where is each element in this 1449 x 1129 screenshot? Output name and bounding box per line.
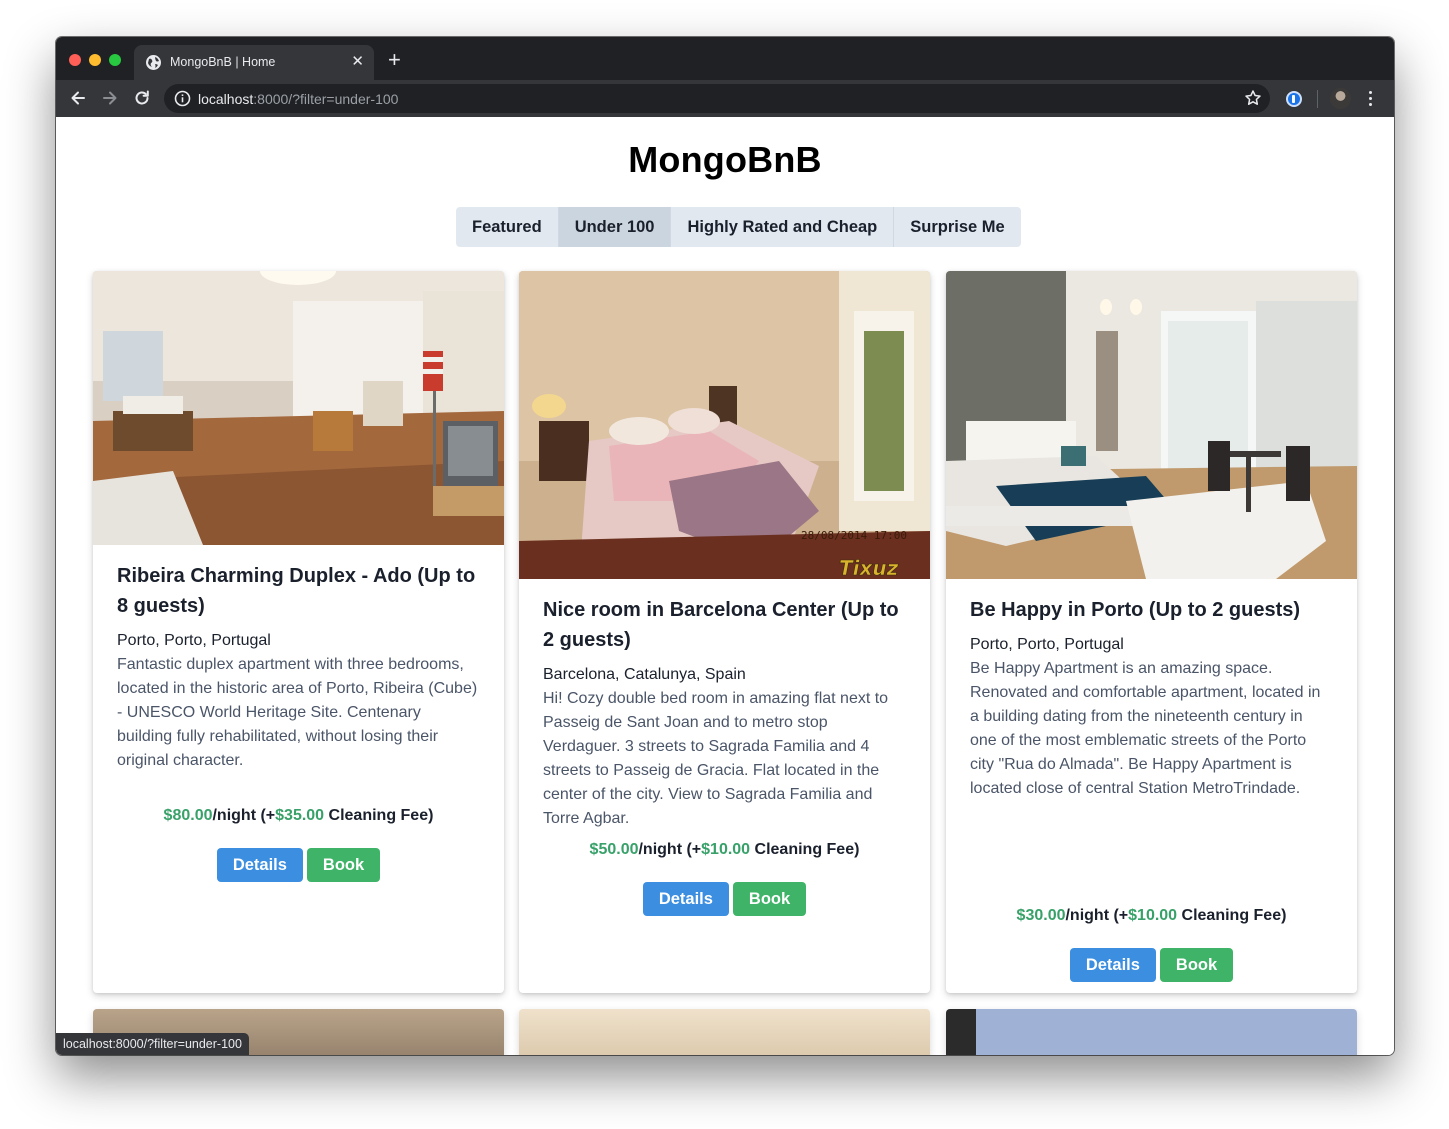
filter-surprise-me-button[interactable]: Surprise Me (893, 207, 1021, 247)
book-button[interactable]: Book (1159, 948, 1234, 982)
listing-photo[interactable] (946, 271, 1357, 579)
globe-icon (146, 55, 161, 70)
listing-body: Ribeira Charming Duplex - Ado (Up to 8 g… (117, 561, 480, 773)
filter-featured-button[interactable]: Featured (456, 207, 558, 247)
night-label: /night (+ (638, 841, 702, 858)
url-text: localhost:8000/?filter=under-100 (198, 91, 398, 107)
browser-window: MongoBnB | Home ✕ + localhost:8000/?filt… (56, 37, 1394, 1055)
star-icon[interactable] (1244, 89, 1262, 107)
listing-price: $50.00/night (+$10.00 Cleaning Fee) (519, 841, 930, 859)
cleaning-fee: $10.00 (1128, 907, 1178, 924)
browser-toolbar: localhost:8000/?filter=under-100 (56, 80, 1394, 117)
new-tab-icon[interactable]: + (388, 49, 401, 71)
listing-location: Porto, Porto, Portugal (117, 632, 271, 649)
maximize-window-button[interactable] (109, 54, 121, 66)
night-label: /night (+ (1065, 907, 1129, 924)
tab-title: MongoBnB | Home (170, 55, 276, 69)
kebab-menu-icon[interactable] (1362, 89, 1378, 109)
listing-title: Ribeira Charming Duplex - Ado (Up to 8 g… (117, 565, 476, 617)
profile-avatar[interactable] (1330, 88, 1351, 109)
url-path: :8000/?filter=under-100 (253, 91, 399, 107)
photo-timestamp: 28/08/2014 17:00 (801, 529, 907, 542)
nightly-price: $80.00 (163, 807, 213, 824)
arrow-left-icon[interactable] (68, 88, 88, 108)
listing-title: Be Happy in Porto (Up to 2 guests) (970, 599, 1301, 621)
listing-title: Nice room in Barcelona Center (Up to 2 g… (543, 599, 899, 651)
arrow-right-icon[interactable] (100, 88, 120, 108)
details-button[interactable]: Details (1069, 948, 1156, 982)
minimize-window-button[interactable] (89, 54, 101, 66)
filter-under-100-button[interactable]: Under 100 (557, 207, 671, 247)
book-button[interactable]: Book (306, 848, 381, 882)
listing-body: Be Happy in Porto (Up to 2 guests) Porto… (970, 595, 1333, 801)
filter-button-group: Featured Under 100 Highly Rated and Chea… (456, 207, 1021, 247)
link-status-bubble: localhost:8000/?filter=under-100 (56, 1033, 249, 1055)
listing-card: Ribeira Charming Duplex - Ado (Up to 8 g… (93, 271, 504, 993)
listing-card: Be Happy in Porto (Up to 2 guests) Porto… (946, 271, 1357, 993)
book-button[interactable]: Book (732, 882, 807, 916)
nightly-price: $50.00 (589, 841, 639, 858)
toolbar-divider (1317, 90, 1318, 108)
listing-actions: Details Book (946, 948, 1357, 982)
listing-card-peek[interactable] (946, 1009, 1357, 1055)
listing-description: Be Happy Apartment is an amazing space. … (970, 660, 1321, 797)
listing-price: $80.00/night (+$35.00 Cleaning Fee) (93, 807, 504, 825)
listing-card-peek[interactable] (519, 1009, 930, 1055)
cleaning-label: Cleaning Fee) (750, 841, 860, 858)
listing-actions: Details Book (519, 882, 930, 916)
url-host: localhost (198, 91, 254, 107)
address-bar[interactable]: localhost:8000/?filter=under-100 (164, 84, 1270, 113)
tab-close-icon[interactable]: ✕ (351, 53, 364, 71)
listing-location: Barcelona, Catalunya, Spain (543, 666, 746, 683)
listing-location: Porto, Porto, Portugal (970, 636, 1124, 653)
nightly-price: $30.00 (1016, 907, 1066, 924)
listing-price: $30.00/night (+$10.00 Cleaning Fee) (946, 907, 1357, 925)
listing-photo[interactable] (93, 271, 504, 545)
cleaning-label: Cleaning Fee) (1177, 907, 1287, 924)
info-icon[interactable] (174, 90, 191, 107)
listing-body: Nice room in Barcelona Center (Up to 2 g… (543, 595, 906, 831)
listing-description: Fantastic duplex apartment with three be… (117, 656, 478, 769)
site-title: MongoBnB (628, 139, 822, 180)
cleaning-label: Cleaning Fee) (324, 807, 434, 824)
reload-icon[interactable] (132, 88, 152, 108)
listing-photo[interactable]: 28/08/2014 17:00 Tixuz (519, 271, 930, 579)
listing-description: Hi! Cozy double bed room in amazing flat… (543, 690, 889, 827)
filter-highly-rated-cheap-button[interactable]: Highly Rated and Cheap (670, 207, 894, 247)
password-extension-icon[interactable] (1286, 91, 1302, 107)
page-content: MongoBnB Featured Under 100 Highly Rated… (56, 117, 1394, 1055)
cleaning-fee: $10.00 (701, 841, 751, 858)
listing-actions: Details Book (93, 848, 504, 882)
night-label: /night (+ (212, 807, 276, 824)
photo-watermark: Tixuz (839, 556, 899, 579)
close-window-button[interactable] (69, 54, 81, 66)
listing-card: 28/08/2014 17:00 Tixuz Nice room in Barc… (519, 271, 930, 993)
tab-strip: MongoBnB | Home ✕ + (56, 37, 1394, 80)
details-button[interactable]: Details (216, 848, 303, 882)
details-button[interactable]: Details (642, 882, 729, 916)
cleaning-fee: $35.00 (275, 807, 325, 824)
browser-tab[interactable]: MongoBnB | Home ✕ (134, 45, 374, 80)
